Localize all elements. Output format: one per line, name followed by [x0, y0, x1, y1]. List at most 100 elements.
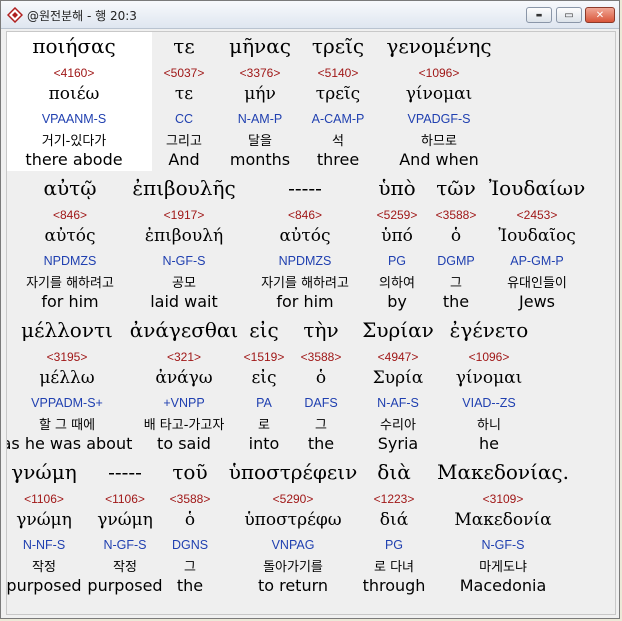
word-lemma: ὁ: [315, 368, 327, 388]
word-english: there abode: [25, 150, 123, 169]
word-strong: <5037>: [163, 66, 205, 80]
word-greek: γενομένης: [386, 34, 492, 58]
word-strong: <846>: [287, 208, 323, 222]
word-greek: ἀνάγεσθαι: [129, 318, 239, 342]
word-english: the: [307, 434, 335, 453]
word-korean: 자기를 해하려고: [26, 276, 114, 291]
word-english: And: [168, 150, 200, 169]
word-english: he: [479, 434, 499, 453]
word-korean: 그: [184, 560, 196, 575]
word-greek: ὑπὸ: [378, 176, 416, 200]
word-greek: Μακεδονίας.: [437, 460, 569, 484]
word-greek: τε: [173, 34, 195, 58]
close-icon: ✕: [595, 9, 605, 21]
word-english: three: [316, 150, 360, 169]
app-window: @원전분해 - 행 20:3 ▬ ▭ ✕ ποιήσας <4160> ποιέω V…: [0, 0, 620, 619]
word-greek: -----: [288, 176, 322, 200]
app-logo-icon: [6, 6, 24, 24]
word-korean: 로: [258, 418, 270, 433]
word-greek: αὐτῷ: [43, 176, 97, 200]
word-greek: ἐπιβουλῆς: [132, 176, 236, 200]
word-strong: <5259>: [376, 208, 418, 222]
word-parse: CC: [174, 112, 194, 126]
word-greek: Συρίαν: [362, 318, 434, 342]
word-parse: VPADGF-S: [407, 112, 471, 126]
word-parse: N-NF-S: [22, 538, 66, 552]
word-strong: <3588>: [300, 350, 342, 364]
word-english: to said: [157, 434, 211, 453]
word-strong: <1519>: [243, 350, 285, 364]
word-greek: Ἰουδαίων: [488, 176, 586, 200]
word-lemma: τρεῖς: [315, 84, 361, 104]
word-strong: <1096>: [468, 350, 510, 364]
word-strong: <1106>: [24, 492, 64, 506]
word-english: Syria: [377, 434, 419, 453]
word-english: for him: [276, 292, 334, 311]
word-lemma: γίνομαι: [455, 368, 523, 388]
word-korean: 유대인들이: [507, 276, 567, 291]
word-lemma: διά: [379, 510, 409, 530]
word-lemma: αὐτός: [44, 226, 96, 246]
word-strong: <3588>: [169, 492, 211, 506]
word-english: through: [362, 576, 426, 595]
word-parse: VPAANM-S: [41, 112, 107, 126]
word-korean: 거기-있다가: [41, 134, 107, 149]
word-strong: <3588>: [435, 208, 477, 222]
word-greek: τρεῖς: [311, 34, 365, 58]
word-strong: <1096>: [418, 66, 460, 80]
word-korean: 수리아: [380, 418, 416, 433]
word-greek: -----: [108, 460, 142, 484]
word-greek: ἐγένετο: [449, 318, 529, 342]
word-korean: 작정: [32, 560, 56, 575]
word-korean: 돌아가기를: [263, 560, 323, 575]
word-strong: <5140>: [317, 66, 359, 80]
word-parse: VNPAG: [271, 538, 315, 552]
word-english: And when: [399, 150, 479, 169]
word-english: Jews: [519, 292, 555, 311]
word-parse: NPDMZS: [278, 254, 332, 268]
word-lemma: ὑπό: [381, 226, 413, 246]
maximize-button[interactable]: ▭: [556, 7, 582, 23]
word-korean: 자기를 해하려고: [261, 276, 349, 291]
minimize-icon: ▬: [535, 11, 543, 19]
word-korean: 그리고: [166, 134, 202, 149]
word-parse: DGNS: [171, 538, 209, 552]
word-parse: A-CAM-P: [311, 112, 365, 126]
word-lemma: ὑποστρέφω: [244, 510, 342, 530]
close-button[interactable]: ✕: [585, 7, 615, 23]
word-lemma: τε: [174, 84, 194, 104]
word-parse: N-GF-S: [103, 538, 147, 552]
word-korean: 달을: [248, 134, 272, 149]
word-english: as he was about: [6, 434, 133, 453]
word-lemma: ὁ: [450, 226, 462, 246]
word-korean: 할 그 때에: [38, 418, 96, 433]
word-strong: <2453>: [516, 208, 558, 222]
word-korean: 배 타고-가고자: [143, 418, 225, 433]
word-english: months: [229, 150, 291, 169]
word-korean: 석: [332, 134, 344, 149]
word-greek: μῆνας: [229, 34, 291, 58]
word-korean: 작정: [113, 560, 137, 575]
word-parse: DAFS: [304, 396, 338, 410]
word-lemma: ἐπιβουλή: [144, 226, 224, 246]
word-lemma: μέλλω: [39, 368, 95, 388]
word-strong: <1106>: [105, 492, 145, 506]
word-greek: ὑποστρέφειν: [228, 460, 358, 484]
word-greek: τῶν: [436, 176, 476, 200]
word-lemma: Μακεδονία: [454, 510, 552, 530]
minimize-button[interactable]: ▬: [526, 7, 552, 23]
word-greek: τὴν: [303, 318, 339, 342]
window-title: @원전분해 - 행 20:3: [27, 9, 137, 23]
word-greek: διὰ: [377, 460, 411, 484]
word-lemma: ἀνάγω: [155, 368, 213, 388]
word-korean: 하므로: [421, 134, 457, 149]
word-korean: 공모: [172, 276, 196, 291]
word-korean: 마게도냐: [479, 560, 527, 575]
title-bar[interactable]: @원전분해 - 행 20:3 ▬ ▭ ✕: [1, 1, 619, 29]
word-lemma: εἰς: [251, 368, 277, 388]
word-parse: PA: [256, 396, 272, 410]
word-greek: ποιήσας: [32, 34, 116, 58]
word-strong: <5290>: [272, 492, 314, 506]
word-korean: 그: [450, 276, 462, 291]
interlinear-panel[interactable]: ποιήσας <4160> ποιέω VPAANM-S 거기-있다가 there ab…: [6, 31, 616, 615]
